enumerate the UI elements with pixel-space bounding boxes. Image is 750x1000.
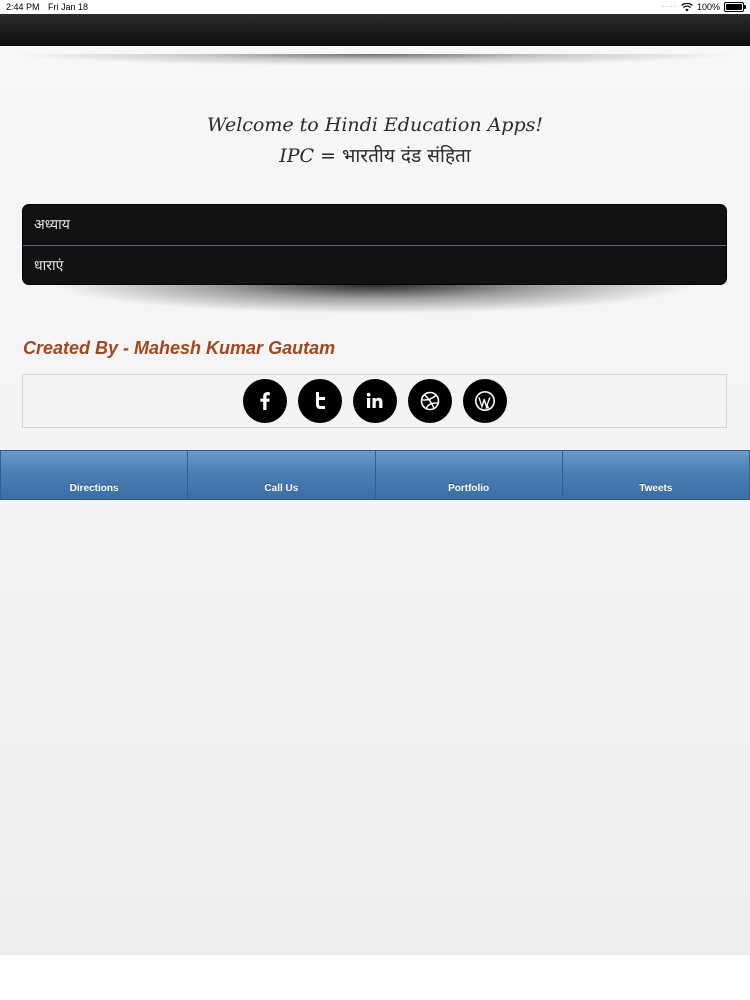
tab-tweets[interactable]: Tweets bbox=[562, 451, 750, 499]
welcome-heading: Welcome to Hindi Education Apps! bbox=[206, 114, 544, 136]
menu-shadow bbox=[50, 284, 700, 314]
facebook-icon bbox=[259, 392, 270, 410]
created-by-text: Created By - Mahesh Kumar Gautam bbox=[23, 338, 336, 358]
tab-bar: Directions Call Us Portfolio Tweets bbox=[0, 450, 750, 500]
twitter-icon bbox=[315, 392, 325, 409]
status-bar: 2:44 PM Fri Jan 18 ···· 100% bbox=[0, 0, 750, 14]
top-divider-shadow bbox=[10, 54, 740, 66]
status-time: 2:44 PM bbox=[6, 2, 40, 12]
status-right: ···· 100% bbox=[662, 0, 746, 14]
twitter-button[interactable] bbox=[297, 379, 342, 423]
dribbble-icon bbox=[420, 391, 439, 411]
tab-portfolio[interactable]: Portfolio bbox=[375, 451, 563, 499]
social-links bbox=[22, 374, 727, 428]
wordpress-icon bbox=[474, 391, 495, 411]
status-date: Fri Jan 18 bbox=[48, 2, 89, 12]
battery-icon bbox=[724, 2, 746, 12]
linkedin-icon bbox=[366, 392, 382, 408]
battery-percent: 100% bbox=[696, 2, 720, 12]
ipc-meaning: = भारतीय दंड संहिता bbox=[314, 145, 471, 167]
menu-list: अध्याय धाराएं bbox=[22, 204, 727, 285]
menu-item-chapters[interactable]: अध्याय bbox=[23, 205, 726, 245]
tab-call-us[interactable]: Call Us bbox=[188, 451, 376, 499]
wifi-icon bbox=[681, 2, 693, 11]
wordpress-button[interactable] bbox=[462, 379, 507, 423]
signal-icon: ···· bbox=[662, 2, 677, 11]
facebook-button[interactable] bbox=[242, 379, 287, 423]
ipc-heading: IPC = भारतीय दंड संहिता bbox=[0, 142, 750, 168]
dribbble-button[interactable] bbox=[407, 379, 452, 423]
ipc-label: IPC bbox=[279, 145, 315, 167]
tab-directions[interactable]: Directions bbox=[0, 451, 189, 499]
menu-item-sections[interactable]: धाराएं bbox=[23, 246, 726, 284]
linkedin-button[interactable] bbox=[352, 379, 397, 423]
page-content: Welcome to Hindi Education Apps! IPC = भ… bbox=[0, 46, 750, 955]
navigation-bar bbox=[0, 14, 750, 46]
